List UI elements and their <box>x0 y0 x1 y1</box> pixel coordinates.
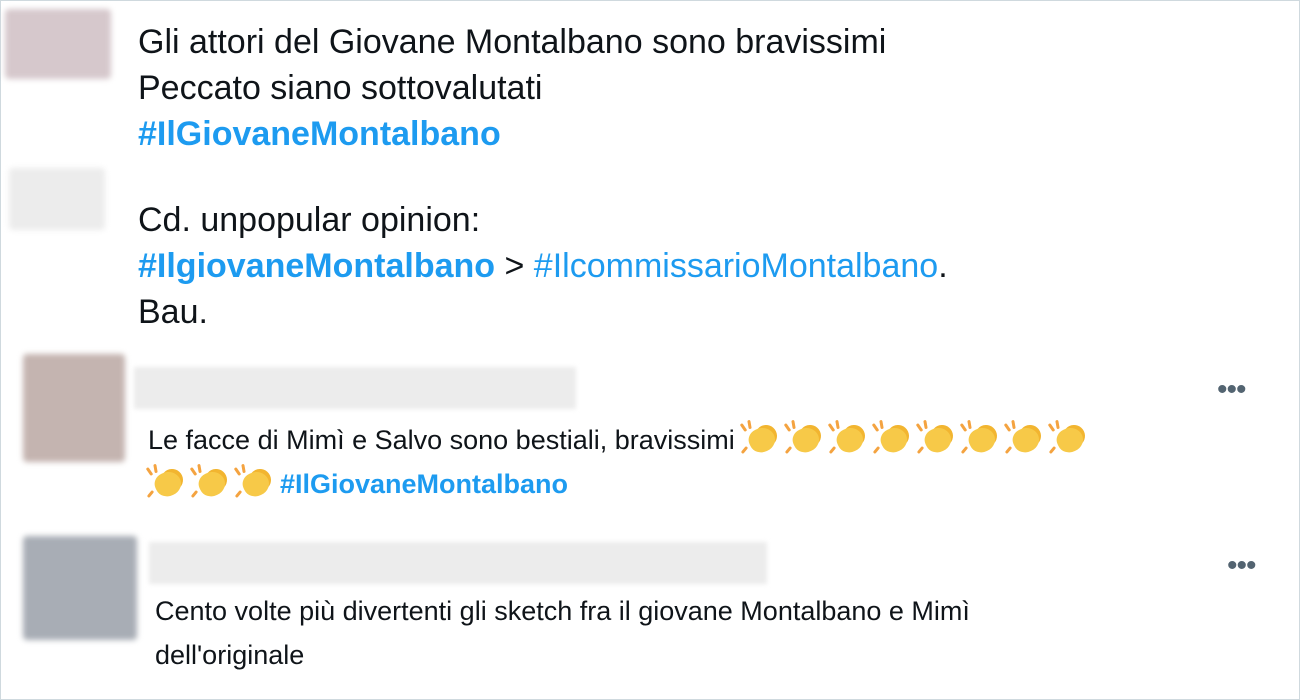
clapping-hands-icon <box>827 419 870 457</box>
clapping-hands-icon <box>145 463 188 501</box>
tweet-text-segment: Bau. <box>138 293 208 332</box>
hashtag-link[interactable]: #IlcommissarioMontalbano <box>534 247 938 285</box>
more-options-icon: ••• <box>1217 373 1246 406</box>
clapping-hands-icon <box>739 419 782 457</box>
tweet-text-segment: Cento volte più divertenti gli sketch fr… <box>155 596 970 626</box>
hashtag-link[interactable]: #IlGiovaneMontalbano <box>280 469 568 499</box>
avatar[interactable] <box>9 168 105 230</box>
tweet-text-segment: dell'originale <box>155 639 305 670</box>
tweet-line: Cento volte più divertenti gli sketch fr… <box>155 590 970 634</box>
avatar[interactable] <box>23 536 137 640</box>
more-options-button[interactable]: ••• <box>1217 375 1246 405</box>
tweet-line: dell'originale <box>155 634 970 678</box>
tweet-text-segment: > <box>495 247 534 286</box>
clapping-hands-icon <box>1003 419 1046 457</box>
avatar[interactable] <box>23 354 125 462</box>
tweet-text: Gli attori del Giovane Montalbano sono b… <box>138 19 886 158</box>
tweet-line: Le facce di Mimì e Salvo sono bestiali, … <box>148 419 1094 463</box>
screenshot-frame: Gli attori del Giovane Montalbano sono b… <box>0 0 1300 700</box>
tweet-text: Le facce di Mimì e Salvo sono bestiali, … <box>145 419 1094 507</box>
tweet-text-segment: Le facce di Mimì e Salvo sono bestiali, … <box>148 425 743 455</box>
tweet-text-segment: . <box>938 247 948 286</box>
tweet-text: Cd. unpopular opinion: #IlgiovaneMontalba… <box>138 197 948 336</box>
author-name[interactable] <box>149 542 767 584</box>
hashtag-link[interactable]: #IlGiovaneMontalbano <box>138 115 501 153</box>
tweet-line: Bau. <box>138 289 948 335</box>
avatar[interactable] <box>5 9 111 79</box>
hashtag-link[interactable]: #IlgiovaneMontalbano <box>138 247 495 285</box>
author-name[interactable] <box>134 367 576 409</box>
clapping-hands-icon <box>783 419 826 457</box>
tweet-line: #IlGiovaneMontalbano <box>145 463 1094 507</box>
more-options-button[interactable]: ••• <box>1227 551 1256 581</box>
clapping-hands-icon <box>1047 419 1090 457</box>
clapping-hands-icon <box>959 419 1002 457</box>
tweet-line: Cd. unpopular opinion: <box>138 197 948 243</box>
tweet-line: Gli attori del Giovane Montalbano sono b… <box>138 19 886 65</box>
tweet-text-segment: Cd. unpopular opinion: <box>138 201 481 239</box>
more-options-icon: ••• <box>1227 549 1256 582</box>
clapping-hands-icon <box>871 419 914 457</box>
tweet-line: Peccato siano sottovalutati <box>138 65 886 111</box>
tweet-text: Cento volte più divertenti gli sketch fr… <box>155 590 970 677</box>
clapping-hands-icon <box>189 463 232 501</box>
clapping-hands-icon <box>915 419 958 457</box>
clapping-hands-icon <box>233 463 276 501</box>
tweet-text-segment: Gli attori del Giovane Montalbano sono b… <box>138 23 887 61</box>
tweet-line: #IlGiovaneMontalbano <box>138 111 886 157</box>
tweet-line: #IlgiovaneMontalbano > #IlcommissarioMon… <box>138 243 948 289</box>
tweet-text-segment: Peccato siano sottovalutati <box>138 69 543 108</box>
